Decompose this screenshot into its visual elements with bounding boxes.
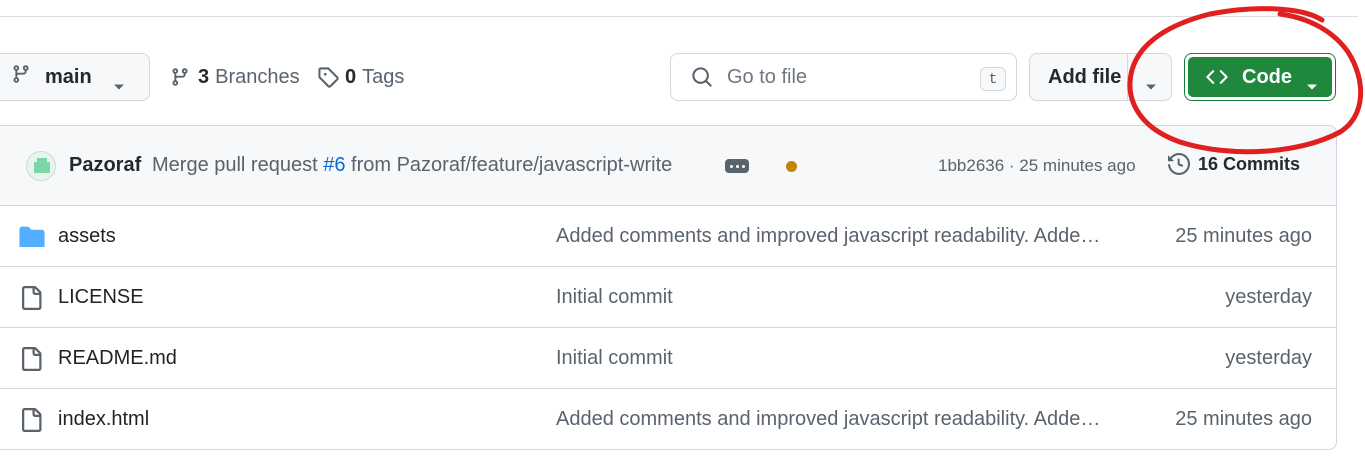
keyboard-shortcut-hint: t xyxy=(980,67,1006,91)
file-commit-age: 25 minutes ago xyxy=(1175,225,1312,247)
commit-message-prefix: Merge pull request xyxy=(152,154,318,176)
git-branch-icon xyxy=(11,64,31,90)
add-file-label: Add file xyxy=(1048,65,1122,88)
code-label: Code xyxy=(1242,65,1292,88)
avatar[interactable] xyxy=(26,151,56,181)
file-commit-message[interactable]: Initial commit xyxy=(556,347,673,370)
code-button[interactable]: Code xyxy=(1184,53,1336,101)
file-commit-age: yesterday xyxy=(1225,286,1312,308)
top-divider xyxy=(0,16,1358,17)
file-icon xyxy=(19,286,43,315)
table-row[interactable]: index.html Added comments and improved j… xyxy=(0,389,1336,449)
file-name[interactable]: README.md xyxy=(58,347,177,370)
code-button-inner[interactable]: Code xyxy=(1188,57,1332,97)
search-icon xyxy=(691,66,713,88)
tags-link[interactable]: 0 Tags xyxy=(317,53,404,101)
code-icon xyxy=(1206,70,1228,84)
expand-commit-message-button[interactable] xyxy=(725,159,749,173)
chevron-down-icon xyxy=(1306,74,1318,97)
file-name[interactable]: assets xyxy=(58,225,116,248)
chevron-down-icon xyxy=(113,74,125,97)
go-to-file-input[interactable]: Go to file t xyxy=(670,53,1017,101)
chevron-down-icon[interactable] xyxy=(1145,74,1157,97)
commits-history-link[interactable]: 16 Commits xyxy=(1168,153,1300,175)
tags-label: Tags xyxy=(362,65,405,88)
pull-request-link[interactable]: #6 xyxy=(323,154,345,176)
git-branch-icon xyxy=(170,67,190,87)
button-divider xyxy=(1127,54,1128,100)
file-name[interactable]: index.html xyxy=(58,408,149,431)
file-icon xyxy=(19,347,43,376)
history-icon xyxy=(1168,153,1190,175)
branches-label: Branches xyxy=(215,65,300,88)
file-commit-message[interactable]: Added comments and improved javascript r… xyxy=(556,408,1100,431)
add-file-button[interactable]: Add file xyxy=(1029,53,1172,101)
file-name[interactable]: LICENSE xyxy=(58,286,144,309)
commit-sha-time[interactable]: 1bb2636 · 25 minutes ago xyxy=(938,156,1136,176)
latest-commit-bar: Pazoraf Merge pull request #6 from Pazor… xyxy=(0,126,1336,206)
folder-icon xyxy=(19,225,45,252)
table-row[interactable]: assets Added comments and improved javas… xyxy=(0,206,1336,267)
commit-author[interactable]: Pazoraf xyxy=(69,154,141,177)
commit-message[interactable]: Merge pull request #6 from Pazoraf/featu… xyxy=(152,154,672,177)
commits-count: 16 Commits xyxy=(1198,153,1301,174)
branches-link[interactable]: 3 Branches xyxy=(170,53,300,101)
table-row[interactable]: README.md Initial commit yesterday xyxy=(0,328,1336,389)
file-commit-message[interactable]: Added comments and improved javascript r… xyxy=(556,225,1100,248)
tags-count: 0 xyxy=(345,65,357,88)
search-placeholder: Go to file xyxy=(727,65,808,88)
ci-status-indicator[interactable] xyxy=(786,161,797,172)
file-commit-age: yesterday xyxy=(1225,347,1312,369)
file-commit-message[interactable]: Initial commit xyxy=(556,286,673,309)
file-icon xyxy=(19,408,43,437)
file-table: Pazoraf Merge pull request #6 from Pazor… xyxy=(0,125,1337,450)
branch-name: main xyxy=(45,65,92,88)
tag-icon xyxy=(317,66,339,88)
file-commit-age: 25 minutes ago xyxy=(1175,408,1312,430)
branches-count: 3 xyxy=(198,65,210,88)
table-row[interactable]: LICENSE Initial commit yesterday xyxy=(0,267,1336,328)
branch-selector-button[interactable]: main xyxy=(0,53,150,101)
commit-message-suffix: from Pazoraf/feature/javascript-write xyxy=(351,154,673,176)
